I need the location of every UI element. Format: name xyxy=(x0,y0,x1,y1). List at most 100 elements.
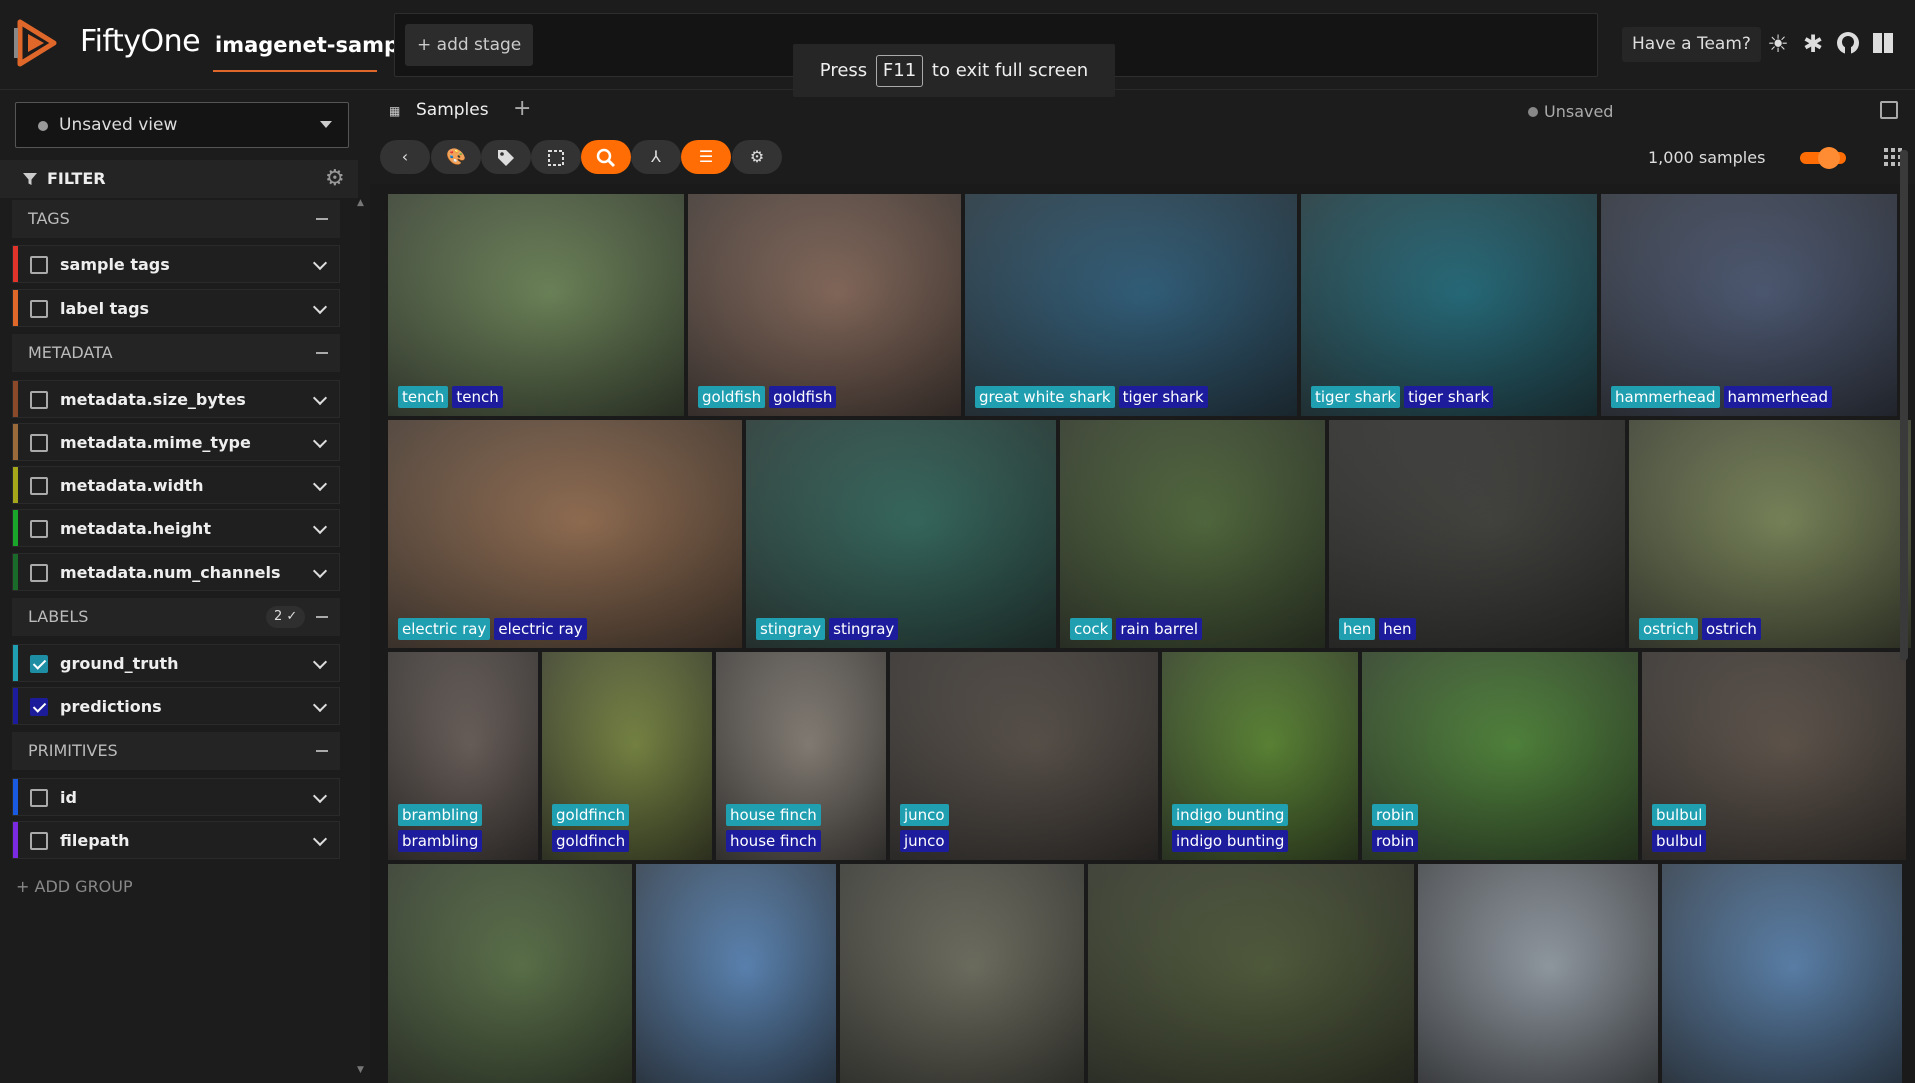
field-num-channels[interactable]: metadata.num_channels xyxy=(12,553,340,591)
chevron-down-icon[interactable] xyxy=(312,476,328,492)
label-tags-checkbox[interactable] xyxy=(30,300,48,318)
chevron-down-icon[interactable] xyxy=(312,519,328,535)
group-metadata[interactable]: METADATA xyxy=(12,334,340,372)
fullscreen-notice-after: to exit full screen xyxy=(931,60,1089,81)
field-id[interactable]: id xyxy=(12,778,340,816)
sample-tile[interactable]: goldfinch goldfinch xyxy=(542,652,712,860)
scroll-down-arrow[interactable]: ▼ xyxy=(357,1065,364,1075)
field-size-bytes[interactable]: metadata.size_bytes xyxy=(12,380,340,418)
sample-tile[interactable]: junco junco xyxy=(890,652,1158,860)
sample-tile[interactable]: stingray stingray xyxy=(746,420,1056,648)
field-ground-truth[interactable]: ground_truth xyxy=(12,644,340,682)
num-channels-checkbox[interactable] xyxy=(30,564,48,582)
collapse-icon[interactable] xyxy=(316,352,328,354)
labels-count-badge[interactable]: 2 ✓ xyxy=(266,606,306,628)
ground-truth-checkbox[interactable] xyxy=(30,655,48,673)
sample-image xyxy=(1301,194,1597,416)
sun-icon[interactable]: ☀ xyxy=(1764,30,1792,58)
sample-tile[interactable]: tench tench xyxy=(388,194,684,416)
dataset-selector[interactable]: imagenet-sample xyxy=(215,33,421,57)
collapse-icon[interactable] xyxy=(316,750,328,752)
chevron-down-icon[interactable] xyxy=(312,831,328,847)
book-icon[interactable] xyxy=(1869,30,1897,58)
sample-tile[interactable]: indigo bunting indigo bunting xyxy=(1162,652,1358,860)
patches-icon[interactable] xyxy=(531,140,581,174)
sample-tile[interactable] xyxy=(1418,864,1658,1083)
sample-tile[interactable]: hammerhead hammerhead xyxy=(1601,194,1897,416)
sample-tile[interactable]: robin robin xyxy=(1362,652,1638,860)
field-height[interactable]: metadata.height xyxy=(12,509,340,547)
merge-icon[interactable]: ⅄ xyxy=(631,140,681,174)
grid-zoom-slider[interactable] xyxy=(1800,147,1846,169)
field-label: metadata.height xyxy=(60,519,211,538)
have-a-team-button[interactable]: Have a Team? xyxy=(1622,27,1761,62)
unsaved-indicator[interactable]: Unsaved xyxy=(1528,102,1613,121)
sample-tile[interactable] xyxy=(1088,864,1414,1083)
group-primitives[interactable]: PRIMITIVES xyxy=(12,732,340,770)
sample-tile[interactable]: bulbul bulbul xyxy=(1642,652,1906,860)
chevron-down-icon[interactable] xyxy=(312,433,328,449)
prediction-label: junco xyxy=(900,830,949,852)
sample-tile[interactable]: hen hen xyxy=(1329,420,1625,648)
github-icon[interactable] xyxy=(1834,30,1862,58)
sample-tile[interactable] xyxy=(388,864,632,1083)
chevron-down-icon[interactable] xyxy=(312,697,328,713)
sample-tile[interactable]: tiger shark tiger shark xyxy=(1301,194,1597,416)
mime-type-checkbox[interactable] xyxy=(30,434,48,452)
sample-image xyxy=(1601,194,1897,416)
chevron-down-icon[interactable] xyxy=(312,654,328,670)
sample-tags-checkbox[interactable] xyxy=(30,256,48,274)
ground-truth-label: cock xyxy=(1070,618,1113,640)
field-mime-type[interactable]: metadata.mime_type xyxy=(12,423,340,461)
layout-icon[interactable] xyxy=(1880,101,1898,119)
chevron-down-icon[interactable] xyxy=(312,255,328,271)
sample-tile[interactable]: brambling brambling xyxy=(388,652,538,860)
list-icon[interactable]: ☰ xyxy=(681,140,731,174)
settings-icon[interactable]: ⚙ xyxy=(732,140,782,174)
sample-tile[interactable] xyxy=(1662,864,1902,1083)
group-tags[interactable]: TAGS xyxy=(12,200,340,238)
sample-tile[interactable]: great white shark tiger shark xyxy=(965,194,1297,416)
sample-tile[interactable]: cock rain barrel xyxy=(1060,420,1325,648)
palette-icon[interactable]: 🎨 xyxy=(431,140,481,174)
tab-samples[interactable]: ▦ Samples xyxy=(375,90,505,132)
search-icon[interactable] xyxy=(581,140,631,174)
field-sample-tags[interactable]: sample tags xyxy=(12,245,340,283)
field-label-tags[interactable]: label tags xyxy=(12,289,340,327)
prediction-label: bulbul xyxy=(1652,830,1707,852)
chevron-down-icon[interactable] xyxy=(312,788,328,804)
sample-tile[interactable]: house finch house finch xyxy=(716,652,886,860)
back-button[interactable]: ‹ xyxy=(380,140,430,174)
height-checkbox[interactable] xyxy=(30,520,48,538)
chevron-down-icon[interactable] xyxy=(312,299,328,315)
group-labels[interactable]: LABELS 2 ✓ xyxy=(12,598,340,636)
field-predictions[interactable]: predictions xyxy=(12,687,340,725)
collapse-icon[interactable] xyxy=(316,218,328,220)
grid-scrollbar[interactable] xyxy=(1900,150,1908,660)
add-group-button[interactable]: + ADD GROUP xyxy=(16,877,133,896)
field-filepath[interactable]: filepath xyxy=(12,821,340,859)
slack-icon[interactable]: ✱ xyxy=(1799,30,1827,58)
scroll-up-arrow[interactable]: ▲ xyxy=(357,198,364,208)
sample-tile[interactable]: ostrich ostrich xyxy=(1629,420,1911,648)
id-checkbox[interactable] xyxy=(30,789,48,807)
width-checkbox[interactable] xyxy=(30,477,48,495)
brand-name[interactable]: FiftyOne xyxy=(80,24,201,59)
field-width[interactable]: metadata.width xyxy=(12,466,340,504)
add-stage-button[interactable]: + add stage xyxy=(405,24,534,66)
size-bytes-checkbox[interactable] xyxy=(30,391,48,409)
ground-truth-label: stingray xyxy=(756,618,826,640)
chevron-down-icon[interactable] xyxy=(312,563,328,579)
gear-icon[interactable]: ⚙ xyxy=(325,166,345,191)
sample-tile[interactable] xyxy=(840,864,1084,1083)
sample-tile[interactable]: electric ray electric ray xyxy=(388,420,742,648)
filepath-checkbox[interactable] xyxy=(30,832,48,850)
sample-tile[interactable]: goldfish goldfish xyxy=(688,194,961,416)
collapse-icon[interactable] xyxy=(316,616,328,618)
sample-tile[interactable] xyxy=(636,864,836,1083)
predictions-checkbox[interactable] xyxy=(30,698,48,716)
saved-view-selector[interactable]: Unsaved view xyxy=(15,102,349,148)
chevron-down-icon[interactable] xyxy=(312,390,328,406)
add-panel-button[interactable]: + xyxy=(513,96,531,121)
tag-icon[interactable] xyxy=(481,140,531,174)
